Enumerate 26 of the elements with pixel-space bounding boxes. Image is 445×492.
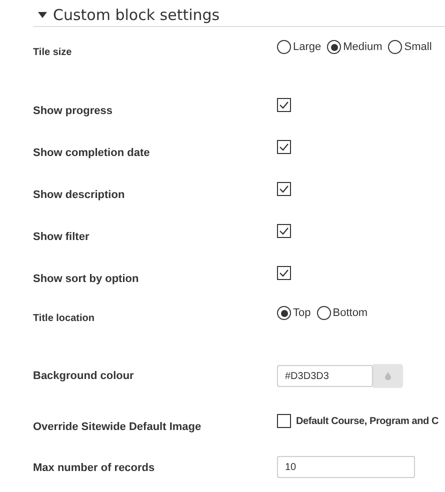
setting-label: Show progress xyxy=(33,104,114,118)
setting-label: Show description xyxy=(33,188,126,202)
setting-label: Show completion date xyxy=(33,146,151,160)
number-field[interactable]: 10 xyxy=(277,456,415,478)
checkbox[interactable] xyxy=(277,224,291,238)
setting-label: Show filter xyxy=(33,230,90,244)
checkbox-label: Default Course, Program and C xyxy=(296,416,439,426)
section-header[interactable]: Custom block settings xyxy=(33,4,445,27)
colour-field[interactable]: #D3D3D3 xyxy=(277,365,373,387)
radio-option[interactable]: Medium xyxy=(327,40,382,54)
setting-label: Override Sitewide Default Image xyxy=(33,420,202,434)
radio-option[interactable]: Bottom xyxy=(316,306,368,320)
setting-label: Show sort by option xyxy=(33,272,140,286)
checkbox[interactable] xyxy=(277,266,291,280)
setting-label: Title location xyxy=(33,312,96,326)
radio-option[interactable]: Top xyxy=(277,306,311,320)
checkbox[interactable] xyxy=(277,182,291,196)
radio-option[interactable]: Large xyxy=(277,40,322,54)
radio-option[interactable]: Small xyxy=(388,40,432,54)
checkbox[interactable] xyxy=(277,140,291,154)
setting-label: Tile size xyxy=(33,46,73,60)
setting-label: Max number of records xyxy=(33,461,156,475)
checkbox[interactable] xyxy=(277,414,291,428)
drop-icon xyxy=(385,372,391,380)
setting-label: Background colour xyxy=(33,369,135,383)
checkbox[interactable] xyxy=(277,98,291,112)
